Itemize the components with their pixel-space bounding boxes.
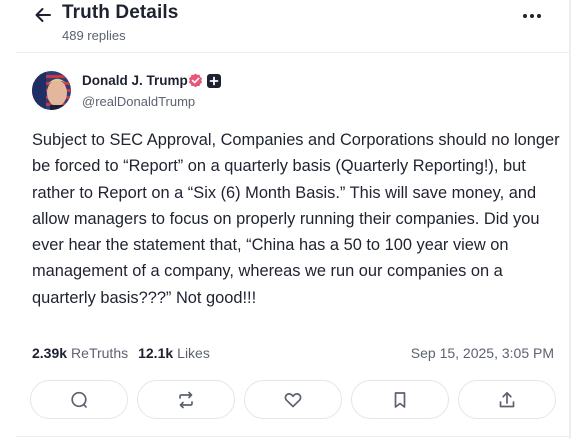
plus-icon [207, 74, 221, 88]
page-title: Truth Details [62, 2, 179, 23]
retruths-label: ReTruths [71, 345, 129, 361]
bookmark-icon [394, 391, 406, 408]
divider [16, 52, 571, 53]
verified-icon [188, 73, 203, 88]
post-stats: 2.39k ReTruths 12.1k Likes [32, 345, 220, 361]
author-handle[interactable]: @realDonaldTrump [82, 94, 195, 109]
header: Truth Details 489 replies [0, 0, 571, 52]
retruth-icon [179, 391, 193, 408]
more-dots-icon [523, 14, 541, 18]
likes-count: 12.1k [138, 345, 174, 361]
reply-button[interactable] [30, 380, 128, 419]
bookmark-button[interactable] [351, 380, 449, 419]
share-icon [499, 391, 515, 407]
back-button[interactable] [30, 2, 56, 28]
back-arrow-icon [35, 8, 51, 22]
more-options-button[interactable] [516, 4, 548, 28]
action-bar [30, 380, 556, 419]
post-body: Subject to SEC Approval, Companies and C… [32, 131, 560, 307]
avatar[interactable] [32, 71, 71, 110]
author-name[interactable]: Donald J. Trump [82, 73, 188, 88]
reply-icon [71, 391, 87, 408]
post-timestamp: Sep 15, 2025, 3:05 PM [410, 345, 554, 361]
share-button[interactable] [458, 380, 556, 419]
likes-stat[interactable]: 12.1k Likes [138, 345, 210, 361]
retruth-button[interactable] [137, 380, 235, 419]
likes-label: Likes [177, 345, 210, 361]
replies-count: 489 replies [62, 28, 126, 43]
like-icon [284, 392, 302, 407]
retruths-count: 2.39k [32, 345, 68, 361]
divider [16, 436, 571, 437]
like-button[interactable] [244, 380, 342, 419]
retruths-stat[interactable]: 2.39k ReTruths [32, 345, 128, 361]
